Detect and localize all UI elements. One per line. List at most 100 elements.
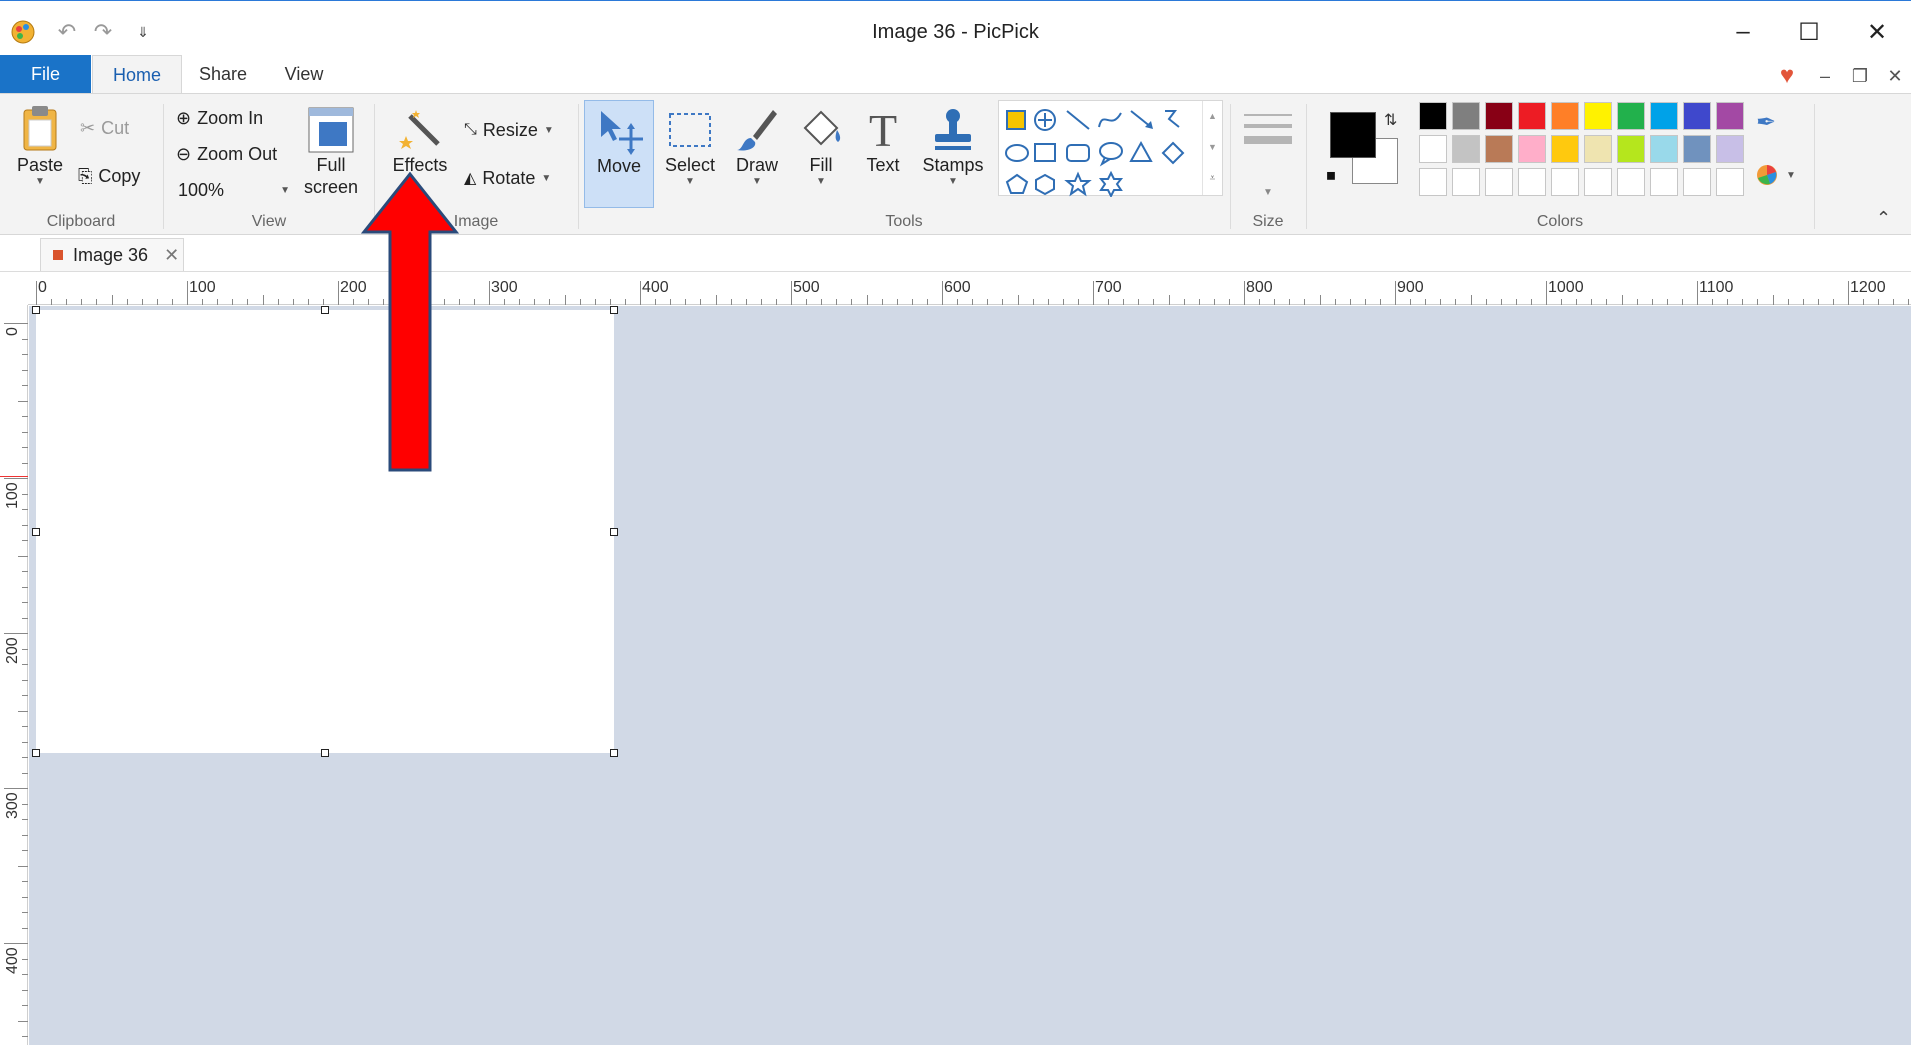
connector-shape-icon[interactable] xyxy=(1165,110,1180,128)
effects-button[interactable]: Effects xyxy=(388,106,452,176)
resize-handle[interactable] xyxy=(32,749,40,757)
color-swatch[interactable] xyxy=(1419,168,1447,196)
color-swatch[interactable] xyxy=(1419,102,1447,130)
resize-button[interactable]: ⤡ Resize ▼ xyxy=(464,116,554,144)
window-minimize-button[interactable]: – xyxy=(1712,11,1774,53)
full-screen-button[interactable]: Full screen xyxy=(302,106,360,198)
color-swatch[interactable] xyxy=(1518,168,1546,196)
color-swatch[interactable] xyxy=(1683,102,1711,130)
favorite-heart-icon[interactable]: ♥ xyxy=(1772,62,1802,89)
color-swatch[interactable] xyxy=(1617,168,1645,196)
pentagon-shape-icon[interactable] xyxy=(1005,173,1029,194)
curve-shape-icon[interactable] xyxy=(1098,112,1122,128)
color-swatch[interactable] xyxy=(1683,135,1711,163)
resize-handle[interactable] xyxy=(610,749,618,757)
paste-button[interactable]: Paste ▼ xyxy=(12,104,68,187)
color-swatch[interactable] xyxy=(1617,102,1645,130)
line-size-button[interactable]: ▼ xyxy=(1242,108,1294,198)
color-swatch[interactable] xyxy=(1551,168,1579,196)
document-minimize-button[interactable]: – xyxy=(1810,65,1840,87)
move-tool-button[interactable]: Move xyxy=(584,100,654,208)
zoom-in-button[interactable]: ⊕ Zoom In xyxy=(176,104,263,132)
scroll-up-icon[interactable]: ▲ xyxy=(1203,101,1222,132)
resize-handle[interactable] xyxy=(610,527,618,536)
zoom-level-select[interactable]: 100% ▼ xyxy=(178,176,290,204)
six-point-star-shape-icon[interactable] xyxy=(1098,170,1124,197)
star-shape-icon[interactable] xyxy=(1064,171,1092,197)
color-swatch[interactable] xyxy=(1716,168,1744,196)
foreground-color-front[interactable] xyxy=(1330,112,1376,158)
more-colors-button[interactable]: ▼ xyxy=(1756,164,1796,186)
draw-tool-button[interactable]: Draw ▼ xyxy=(730,106,784,187)
color-swatch[interactable] xyxy=(1617,135,1645,163)
ruler-tick xyxy=(4,323,28,324)
line-shape-icon[interactable] xyxy=(1066,110,1090,130)
resize-handle[interactable] xyxy=(32,306,40,314)
color-swatch[interactable] xyxy=(1650,102,1678,130)
reset-colors-icon[interactable]: ◼ xyxy=(1326,168,1336,182)
color-picker-eyedropper-icon[interactable]: ✒ xyxy=(1756,108,1776,137)
fill-tool-button[interactable]: Fill ▼ xyxy=(794,106,848,187)
color-swatch[interactable] xyxy=(1485,168,1513,196)
tab-file[interactable]: File xyxy=(0,55,91,94)
document-tab-close-icon[interactable]: ✕ xyxy=(164,245,179,266)
color-swatch[interactable] xyxy=(1518,102,1546,130)
color-swatch[interactable] xyxy=(1584,135,1612,163)
diamond-shape-icon[interactable] xyxy=(1161,141,1185,165)
color-swatch[interactable] xyxy=(1683,168,1711,196)
color-swatch[interactable] xyxy=(1650,168,1678,196)
color-swatch[interactable] xyxy=(1716,135,1744,163)
color-swatch[interactable] xyxy=(1452,168,1480,196)
rotate-button[interactable]: ◭ Rotate ▼ xyxy=(464,164,551,192)
ruler-tick xyxy=(22,850,28,851)
color-swatch[interactable] xyxy=(1518,135,1546,163)
triangle-shape-icon[interactable] xyxy=(1129,140,1153,162)
color-swatch[interactable] xyxy=(1452,135,1480,163)
document-restore-button[interactable]: ❐ xyxy=(1845,65,1875,87)
ruler-tick xyxy=(22,927,28,929)
scroll-down-icon[interactable]: ▼ xyxy=(1203,132,1222,163)
color-swatch[interactable] xyxy=(1584,102,1612,130)
color-swatch[interactable] xyxy=(1452,102,1480,130)
hexagon-shape-icon[interactable] xyxy=(1035,173,1055,196)
colors-group-label: Colors xyxy=(1536,213,1584,230)
arrow-shape-icon[interactable] xyxy=(1130,110,1153,129)
text-tool-button[interactable]: T Text xyxy=(858,106,908,176)
resize-handle[interactable] xyxy=(32,527,40,536)
window-close-button[interactable]: ✕ xyxy=(1846,11,1908,53)
document-tab[interactable]: Image 36 ✕ xyxy=(40,238,184,271)
color-swatch[interactable] xyxy=(1551,135,1579,163)
color-swatch[interactable] xyxy=(1584,168,1612,196)
tab-home[interactable]: Home xyxy=(92,55,182,95)
color-swatch[interactable] xyxy=(1716,102,1744,130)
select-tool-button[interactable]: Select ▼ xyxy=(662,106,718,187)
rounded-rectangle-shape-icon[interactable] xyxy=(1066,144,1090,162)
resize-handle[interactable] xyxy=(321,749,329,757)
color-swatch[interactable] xyxy=(1419,135,1447,163)
rectangle-shape-icon[interactable] xyxy=(1034,143,1056,162)
gallery-expand-icon[interactable]: ⩡ xyxy=(1203,163,1222,194)
color-swatch[interactable] xyxy=(1551,102,1579,130)
zoom-out-button[interactable]: ⊖ Zoom Out xyxy=(176,140,277,168)
collapse-ribbon-icon[interactable]: ⌃ xyxy=(1876,208,1891,229)
resize-handle[interactable] xyxy=(610,306,618,314)
window-maximize-button[interactable]: ☐ xyxy=(1778,11,1840,53)
rectangle-select-shape-icon[interactable] xyxy=(1006,110,1026,130)
cut-button[interactable]: ✂ Cut xyxy=(80,114,129,142)
tab-view[interactable]: View xyxy=(272,55,336,94)
speech-bubble-shape-icon[interactable] xyxy=(1099,142,1123,167)
resize-handle[interactable] xyxy=(321,306,329,314)
swap-colors-icon[interactable]: ⇅ xyxy=(1384,110,1397,130)
copy-button[interactable]: ⎘ Copy xyxy=(78,162,140,190)
tab-share[interactable]: Share xyxy=(190,55,256,94)
shapes-gallery-scroll[interactable]: ▲ ▼ ⩡ xyxy=(1202,101,1222,195)
color-swatch[interactable] xyxy=(1485,102,1513,130)
color-swatch[interactable] xyxy=(1650,135,1678,163)
stamps-tool-button[interactable]: Stamps ▼ xyxy=(918,106,988,187)
document-close-button[interactable]: ✕ xyxy=(1880,65,1910,87)
ellipse-shape-icon[interactable] xyxy=(1005,144,1029,162)
ruler-tick xyxy=(1093,281,1094,305)
crosshair-shape-icon[interactable] xyxy=(1034,109,1056,131)
color-swatch[interactable] xyxy=(1485,135,1513,163)
image-canvas[interactable] xyxy=(36,310,614,753)
